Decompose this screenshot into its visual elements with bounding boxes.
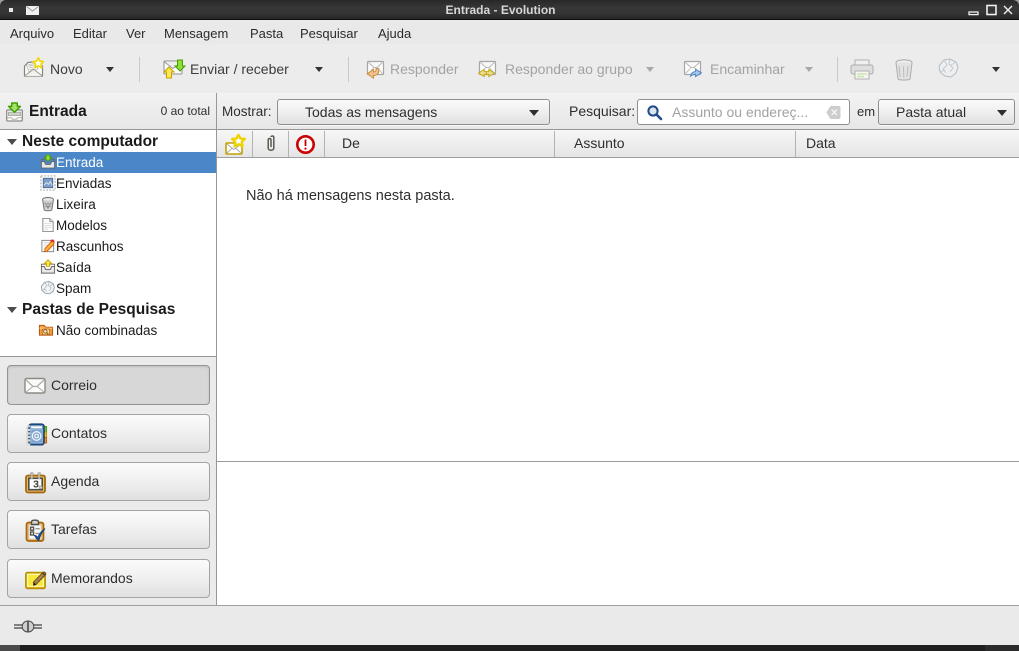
svg-text:3: 3 [33,479,39,491]
